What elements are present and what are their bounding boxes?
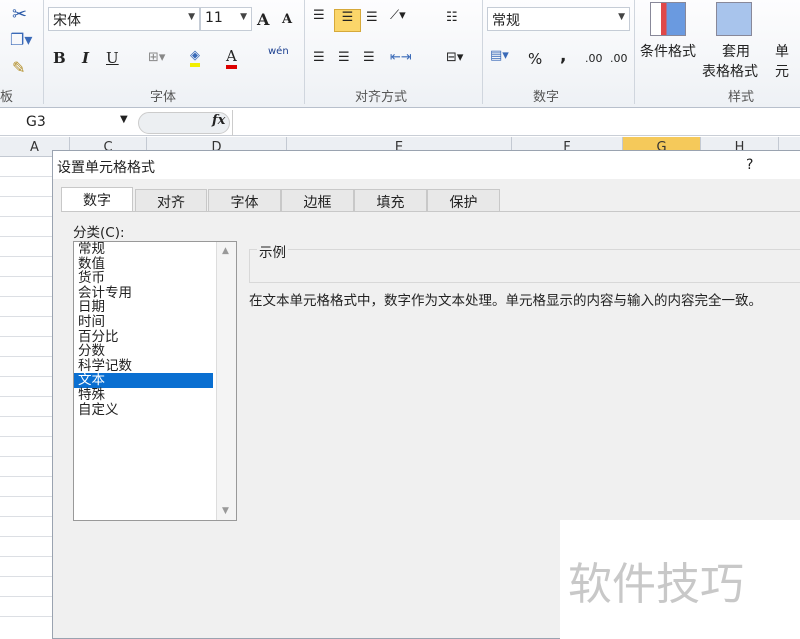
category-item[interactable]: 自定义 [74,403,236,418]
category-item[interactable]: 会计专用 [74,286,236,301]
cell-styles-button[interactable]: 单元 [775,41,800,81]
percent-button[interactable]: % [528,50,542,68]
table-format-label-1[interactable]: 套用 [722,41,750,61]
fill-color-icon[interactable]: ◈ [190,48,200,67]
dialog-title-bar: 设置单元格格式 ? [53,151,800,179]
font-name-value: 宋体 [53,13,81,29]
font-size-value: 11 [205,10,223,26]
underline-button[interactable]: U [106,49,119,67]
align-middle-icon[interactable]: ☰ [334,9,361,32]
table-format-label-2[interactable]: 表格格式 [702,61,758,81]
dialog-title: 设置单元格格式 [57,160,155,176]
font-name-select[interactable]: 宋体 ▼ [48,7,200,31]
category-item-selected[interactable]: 文本 [74,373,213,388]
help-button[interactable]: ? [746,157,753,173]
comma-button[interactable]: , [560,46,566,66]
copy-icon[interactable]: ❐▾ [10,30,32,49]
align-bottom-icon[interactable]: ☰ [366,10,378,25]
category-item[interactable]: 日期 [74,300,236,315]
cut-icon[interactable]: ✂ [12,4,27,25]
group-number: 数字 [533,90,560,105]
watermark: 软件技巧 [560,520,800,639]
phonetic-button[interactable]: wén [268,46,289,57]
conditional-format-button[interactable]: 条件格式 [640,41,696,61]
accounting-icon[interactable]: ▤▾ [490,48,509,63]
align-top-icon[interactable]: ☰ [313,8,325,23]
formula-input[interactable] [232,110,800,136]
number-format-value: 常规 [492,13,520,29]
format-painter-icon[interactable]: ✎ [12,58,25,77]
category-item[interactable]: 货币 [74,271,236,286]
fx-button[interactable]: fx [212,113,225,128]
category-item[interactable]: 百分比 [74,330,236,345]
scroll-down-icon[interactable]: ▼ [222,506,229,516]
shrink-font-button[interactable]: A [282,12,292,27]
group-clipboard: 板 [0,90,14,105]
tab-font[interactable]: 字体 [208,189,281,211]
sample-label: 示例 [257,241,288,261]
bold-button[interactable]: B [53,49,66,67]
table-format-icon[interactable] [716,2,752,36]
align-right-icon[interactable]: ☰ [363,50,375,65]
number-format-select[interactable]: 常规 ▼ [487,7,630,31]
tab-protection[interactable]: 保护 [427,189,500,211]
group-styles: 样式 [728,90,755,105]
name-box[interactable]: G3 [26,114,46,130]
scroll-up-icon[interactable]: ▲ [222,246,229,256]
wrap-text-icon[interactable]: ☷ [446,10,458,25]
decrease-decimal-button[interactable]: .00 [610,52,628,65]
conditional-format-icon[interactable] [650,2,686,36]
merge-icon[interactable]: ⊟▾ [446,50,463,65]
category-label: 分类(C): [73,225,125,241]
category-list[interactable]: 常规 数值 货币 会计专用 日期 时间 百分比 分数 科学记数 文本 特殊 自定… [73,241,237,521]
category-item[interactable]: 特殊 [74,388,236,403]
category-item[interactable]: 时间 [74,315,236,330]
category-item[interactable]: 常规 [74,242,236,257]
orientation-icon[interactable]: ⟋▾ [390,8,406,23]
increase-decimal-button[interactable]: .00 [585,52,603,65]
category-item[interactable]: 分数 [74,344,236,359]
font-size-select[interactable]: 11 ▼ [200,7,252,31]
category-scrollbar[interactable]: ▲ ▼ [216,242,236,520]
format-description: 在文本单元格格式中，数字作为文本处理。单元格显示的内容与输入的内容完全一致。 [249,293,762,309]
align-center-icon[interactable]: ☰ [338,50,350,65]
category-item[interactable]: 科学记数 [74,359,236,374]
tab-border[interactable]: 边框 [281,189,354,211]
indent-icon[interactable]: ⇤⇥ [390,50,412,65]
formula-bar: G3 ▼ fx [0,110,800,136]
sample-box [249,249,800,283]
italic-button[interactable]: I [82,49,89,67]
category-item[interactable]: 数值 [74,257,236,272]
align-left-icon[interactable]: ☰ [313,50,325,65]
grow-font-button[interactable]: A [257,10,269,29]
tab-alignment[interactable]: 对齐 [135,189,207,211]
border-icon[interactable]: ⊞▾ [148,50,165,65]
group-font: 字体 [150,90,177,105]
tab-fill[interactable]: 填充 [354,189,427,211]
font-color-button[interactable]: A [226,47,237,69]
ribbon: ✂ ❐▾ ✎ 板 宋体 ▼ 11 ▼ A A B I U ⊞▾ ◈ A wén 字体… [0,0,800,108]
name-box-dropdown-icon[interactable]: ▼ [120,114,128,125]
group-alignment: 对齐方式 [355,90,408,105]
tab-number[interactable]: 数字 [61,187,133,212]
